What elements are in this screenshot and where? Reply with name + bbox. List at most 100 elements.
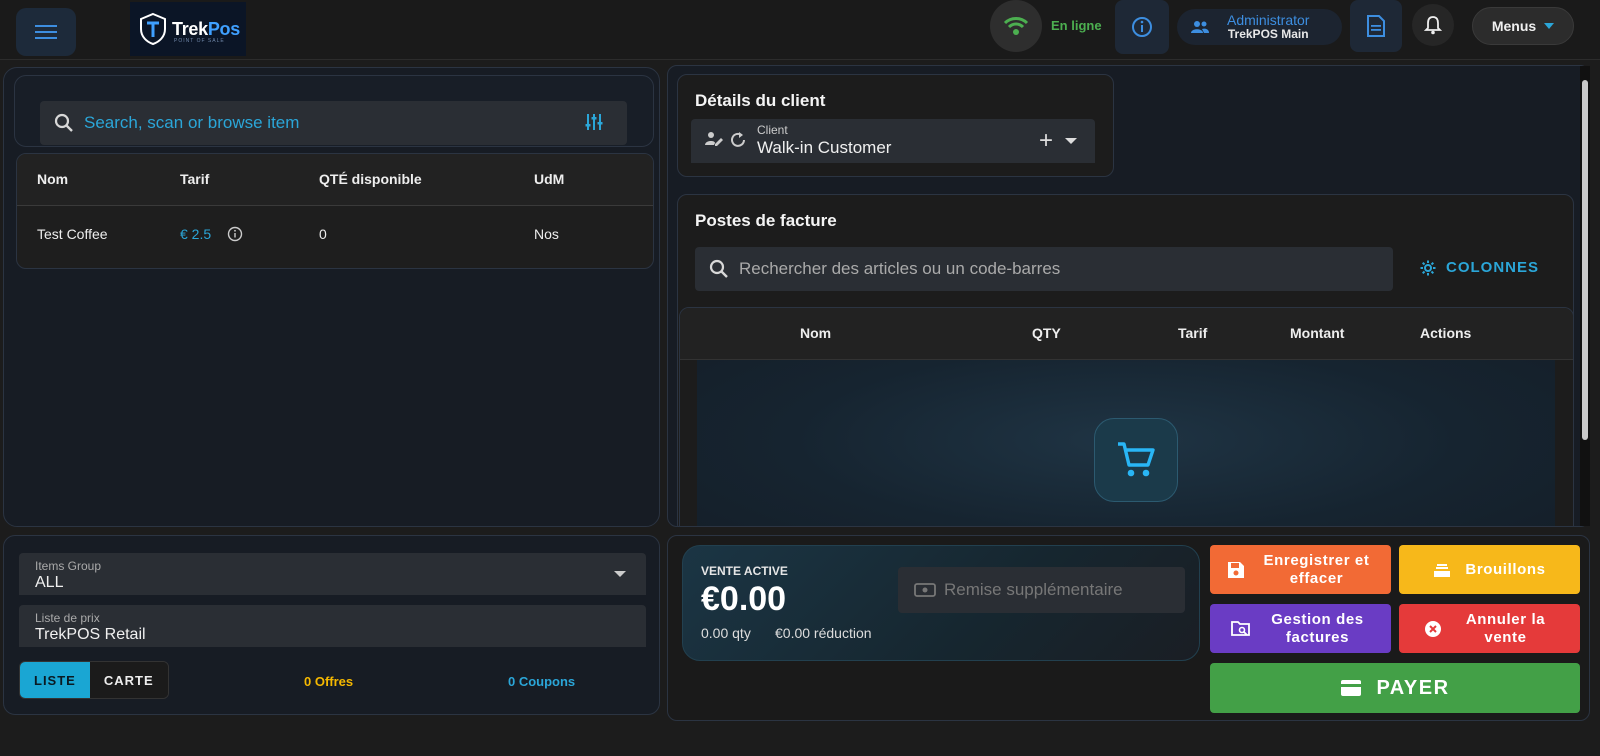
connection-button[interactable] — [990, 0, 1042, 52]
invoice-search-input[interactable]: Rechercher des articles ou un code-barre… — [695, 247, 1393, 291]
hamburger-icon — [35, 25, 57, 39]
scrollbar-thumb[interactable] — [1582, 80, 1588, 440]
brand-name: TrekPos — [172, 18, 240, 39]
search-icon — [54, 113, 73, 132]
search-icon — [709, 259, 728, 278]
info-icon[interactable] — [227, 226, 243, 242]
cancel-icon — [1424, 620, 1441, 637]
client-title: Détails du client — [695, 91, 826, 110]
notifications-button[interactable] — [1412, 4, 1454, 46]
items-panel: Search, scan or browse item Nom Tarif QT… — [3, 67, 660, 527]
active-sale-qty: 0.00 qty — [701, 625, 751, 641]
items-group-select[interactable]: Items Group ALL — [19, 553, 646, 595]
cancel-sale-label: Annuler la vente — [1465, 611, 1546, 646]
col-name[interactable]: Nom — [37, 171, 68, 187]
save-label: Enregistrer et effacer — [1263, 552, 1370, 587]
item-uom: Nos — [534, 226, 559, 242]
manage-invoices-label: Gestion des factures — [1271, 611, 1364, 646]
col-amount[interactable]: Montant — [1290, 325, 1344, 341]
save-icon — [1228, 561, 1244, 578]
client-card: Détails du client Client Walk-in Custome… — [677, 74, 1114, 177]
invoice-table: Nom QTY Tarif Montant Actions — [679, 307, 1574, 526]
document-icon — [1367, 15, 1385, 37]
tune-icon[interactable] — [585, 113, 603, 131]
cart-icon — [1118, 442, 1155, 477]
columns-label: COLONNES — [1446, 259, 1540, 276]
user-profile-button[interactable]: Administrator TrekPOS Main — [1177, 9, 1342, 45]
pay-button[interactable]: PAYER — [1210, 663, 1580, 713]
users-icon — [1191, 21, 1209, 33]
wifi-icon — [1003, 17, 1029, 35]
col-qty[interactable]: QTÉ disponible — [319, 171, 422, 187]
items-table: Nom Tarif QTÉ disponible UdM Test Coffee… — [16, 153, 654, 269]
user-names: Administrator TrekPOS Main — [1227, 13, 1309, 40]
invoice-panel: Détails du client Client Walk-in Custome… — [667, 65, 1590, 527]
price-list-label: Liste de prix — [35, 611, 100, 625]
documents-button[interactable] — [1350, 0, 1402, 52]
drafts-button[interactable]: Brouillons — [1399, 545, 1580, 594]
items-group-label: Items Group — [35, 559, 102, 573]
active-sale-label: VENTE ACTIVE — [701, 564, 788, 578]
invoice-table-header: Nom QTY Tarif Montant Actions — [680, 308, 1573, 360]
extra-discount-placeholder: Remise supplémentaire — [944, 580, 1123, 599]
view-card-button[interactable]: CARTE — [89, 662, 168, 698]
top-bar: TrekPos POINT OF SALE En ligne Administr… — [0, 0, 1600, 60]
extra-discount-input[interactable]: Remise supplémentaire — [898, 567, 1185, 613]
bell-icon — [1424, 16, 1442, 35]
price-list-field[interactable]: Liste de prix TrekPOS Retail — [19, 605, 646, 647]
col-name[interactable]: Nom — [800, 325, 831, 341]
gear-icon — [1420, 260, 1436, 275]
items-group-value: ALL — [35, 574, 64, 591]
connection-status: En ligne — [1051, 18, 1102, 33]
view-toggle: LISTE CARTE — [19, 661, 169, 699]
empty-cart-area — [697, 360, 1555, 526]
save-and-clear-button[interactable]: Enregistrer et effacer — [1210, 545, 1391, 594]
chevron-down-icon — [614, 571, 626, 577]
coupons-link[interactable]: 0 Coupons — [508, 674, 575, 689]
item-qty: 0 — [319, 226, 327, 242]
caret-down-icon — [1544, 23, 1555, 29]
col-price[interactable]: Tarif — [180, 171, 209, 187]
plus-icon[interactable]: + — [1039, 127, 1053, 155]
folder-search-icon — [1231, 620, 1250, 636]
col-uom[interactable]: UdM — [534, 171, 564, 187]
edit-user-icon[interactable] — [705, 131, 723, 147]
invoice-items-card: Postes de facture Rechercher des article… — [677, 194, 1574, 526]
brand-logo[interactable]: TrekPos POINT OF SALE — [130, 2, 246, 56]
menus-dropdown[interactable]: Menus — [1472, 7, 1574, 45]
item-search-input[interactable]: Search, scan or browse item — [40, 101, 627, 145]
view-list-button[interactable]: LISTE — [20, 662, 90, 698]
item-search-wrap: Search, scan or browse item — [14, 75, 654, 147]
col-price[interactable]: Tarif — [1178, 325, 1207, 341]
filters-panel: Items Group ALL Liste de prix TrekPOS Re… — [3, 535, 660, 715]
client-value: Walk-in Customer — [757, 138, 892, 157]
col-actions[interactable]: Actions — [1420, 325, 1471, 341]
client-select[interactable]: Client Walk-in Customer + — [691, 119, 1095, 163]
drafts-label: Brouillons — [1465, 560, 1546, 578]
cash-icon — [914, 583, 936, 597]
pay-label: PAYER — [1376, 676, 1450, 699]
cancel-sale-button[interactable]: Annuler la vente — [1399, 604, 1580, 653]
user-location: TrekPOS Main — [1227, 27, 1309, 42]
user-role: Administrator — [1227, 12, 1310, 29]
active-sale-total: €0.00 — [701, 580, 787, 618]
active-sale-discount: €0.00 réduction — [775, 625, 872, 641]
item-price: € 2.5 — [180, 226, 212, 242]
card-icon — [1341, 680, 1362, 696]
manage-invoices-button[interactable]: Gestion des factures — [1210, 604, 1391, 653]
item-search-placeholder: Search, scan or browse item — [84, 113, 300, 132]
columns-button[interactable]: COLONNES — [1420, 259, 1539, 276]
refresh-icon[interactable] — [729, 131, 747, 149]
invoice-search-placeholder: Rechercher des articles ou un code-barre… — [739, 259, 1061, 278]
menu-toggle-button[interactable] — [16, 8, 76, 56]
invoice-title: Postes de facture — [695, 211, 837, 230]
col-qty[interactable]: QTY — [1032, 325, 1061, 341]
client-label: Client — [757, 123, 788, 137]
offers-link[interactable]: 0 Offres — [304, 674, 353, 689]
table-row[interactable]: Test Coffee € 2.5 0 Nos — [17, 206, 653, 264]
price-list-value: TrekPOS Retail — [35, 626, 146, 643]
chevron-down-icon[interactable] — [1065, 138, 1077, 144]
item-name: Test Coffee — [37, 226, 108, 242]
info-button[interactable] — [1115, 0, 1169, 54]
cart-badge — [1094, 418, 1178, 502]
